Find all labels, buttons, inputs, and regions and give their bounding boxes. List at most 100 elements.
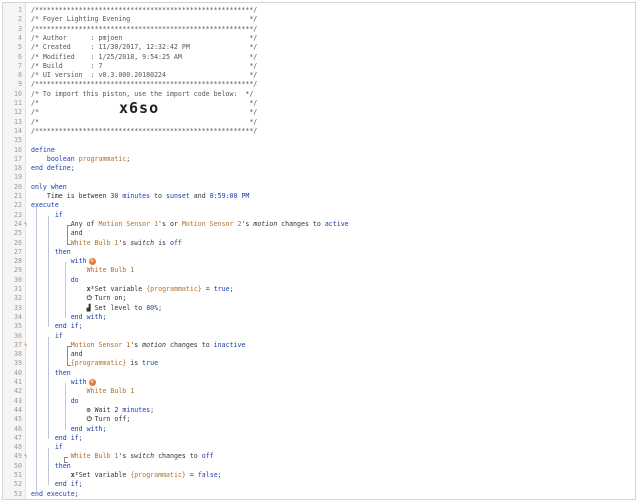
block-guide: [65, 383, 66, 430]
code-token: Wait: [94, 405, 115, 414]
code-text: x² Set variable {programmatic} = false;: [31, 471, 222, 480]
code-text: White Bulb 1's switch changes to off: [31, 452, 214, 461]
code-text: White Bulb 1: [31, 266, 135, 275]
code-line: 39 {programmatic} is true: [3, 359, 635, 368]
code-token: end with;: [31, 312, 107, 321]
code-text: ⏻ Turn on;: [31, 294, 127, 303]
gear-icon[interactable]: ⚙: [88, 378, 96, 386]
code-text: define: [31, 146, 55, 155]
code-text: /* Build : 7 */: [31, 62, 257, 71]
code-line: 21 Time is between 30 minutes to sunset …: [3, 192, 635, 201]
line-number: 43: [14, 396, 22, 405]
trigger-lightning-icon: ϟ: [24, 453, 28, 461]
code-text: /* To import this piston, use the import…: [31, 90, 253, 99]
code-token: motion: [253, 219, 278, 228]
code-token: 30 minutes: [110, 192, 151, 200]
code-line: 53 end execute;: [3, 490, 635, 499]
statement-icon: ⏻: [86, 415, 96, 424]
code-token: ;: [158, 303, 163, 312]
code-line: 42 White Bulb 1: [3, 387, 635, 396]
block-guide: [48, 215, 49, 328]
code-line: 37 ϟ Motion Sensor 1's motion changes to …: [3, 341, 635, 350]
code-token: Set variable: [94, 285, 147, 293]
code-line: 43 do: [3, 397, 635, 406]
code-token: Turn off;: [94, 415, 131, 424]
code-token: boolean: [31, 154, 79, 163]
code-text: /* Created : 11/30/2017, 12:32:42 PM */: [31, 43, 257, 52]
code-text: {programmatic} is true: [31, 359, 158, 368]
code-token: false: [197, 471, 218, 479]
line-number: 49: [14, 452, 22, 461]
line-number: 31: [14, 285, 22, 293]
code-line: 16 define: [3, 146, 635, 155]
line-number: 22: [14, 201, 22, 210]
code-line: 32 ⏻ Turn on;: [3, 294, 635, 303]
code-line: 9 /**************************************…: [3, 80, 635, 89]
code-text: ⊙ Wait 2 minutes;: [31, 405, 155, 415]
code-token: /* Modified : 1/25/2018, 9:54:25 AM */: [31, 52, 258, 61]
code-token: ;: [126, 154, 131, 163]
line-number: 18: [14, 164, 22, 173]
code-line: 34 end with;: [3, 313, 635, 322]
code-token: changes to: [154, 452, 202, 461]
code-line: 3 /**************************************…: [3, 25, 635, 34]
code-token: is: [154, 238, 170, 247]
code-line: 50 then: [3, 462, 635, 471]
condition-bracket: [67, 345, 71, 367]
line-number: 42: [14, 387, 22, 396]
device-name: White Bulb 1: [86, 266, 135, 275]
code-line: 19: [3, 173, 635, 182]
line-number: 20: [14, 182, 22, 191]
code-token: with: [31, 378, 87, 386]
code-line: 28 with ⚙: [3, 257, 635, 266]
code-text: Time is between 30 minutes to sunset and…: [31, 192, 250, 201]
code-token: 's: [118, 452, 131, 461]
code-line: 10 /* To import this piston, use the impo…: [3, 90, 635, 99]
code-line: 7 /* Build : 7 */: [3, 62, 635, 71]
line-number: 10: [14, 89, 22, 98]
code-token: 's: [241, 219, 254, 228]
code-line: 15: [3, 136, 635, 145]
line-number: 8: [18, 71, 22, 80]
code-token: and: [31, 229, 83, 238]
line-number: 9: [18, 80, 22, 89]
line-number: 50: [14, 461, 22, 470]
line-number: 37: [14, 340, 22, 349]
variable-name: {programmatic}: [70, 359, 127, 368]
code-token: 8:59:00 PM: [209, 192, 250, 200]
code-token: changes to: [277, 219, 325, 228]
code-token: active: [324, 219, 349, 228]
code-text: /* Author : pmjoen */: [31, 34, 257, 43]
device-name: Motion Sensor 1: [70, 340, 131, 349]
code-token: with: [31, 257, 87, 266]
code-line: 17 boolean programmatic;: [3, 155, 635, 164]
code-line: 1 /**************************************…: [3, 6, 635, 15]
code-token: true: [213, 285, 230, 293]
line-number: 35: [14, 322, 22, 331]
code-token: true: [142, 359, 159, 368]
code-line: 38 and: [3, 350, 635, 359]
line-number: 36: [14, 331, 22, 340]
line-number: 2: [18, 15, 22, 24]
code-token: =: [185, 471, 198, 479]
code-text: /***************************************…: [31, 25, 257, 34]
code-token: and: [189, 192, 210, 200]
code-text: only when: [31, 183, 67, 192]
code-token: is: [126, 359, 143, 368]
code-token: off: [201, 452, 214, 461]
line-number: 29: [14, 266, 22, 275]
code-line: 18 end define;: [3, 164, 635, 173]
code-line: 20 only when: [3, 183, 635, 192]
code-token: do: [31, 275, 79, 284]
block-guide: [36, 206, 37, 495]
import-code-label: x6so: [119, 99, 160, 117]
code-line: 49 ϟ White Bulb 1's switch changes to off: [3, 452, 635, 461]
line-number: 41: [14, 378, 22, 386]
code-line: 23 if: [3, 211, 635, 220]
code-text: White Bulb 1's switch is off: [31, 239, 182, 248]
code-token: Set variable: [78, 471, 131, 479]
line-number: 26: [14, 238, 22, 247]
gear-icon[interactable]: ⚙: [88, 257, 96, 265]
line-number: 7: [18, 61, 22, 70]
